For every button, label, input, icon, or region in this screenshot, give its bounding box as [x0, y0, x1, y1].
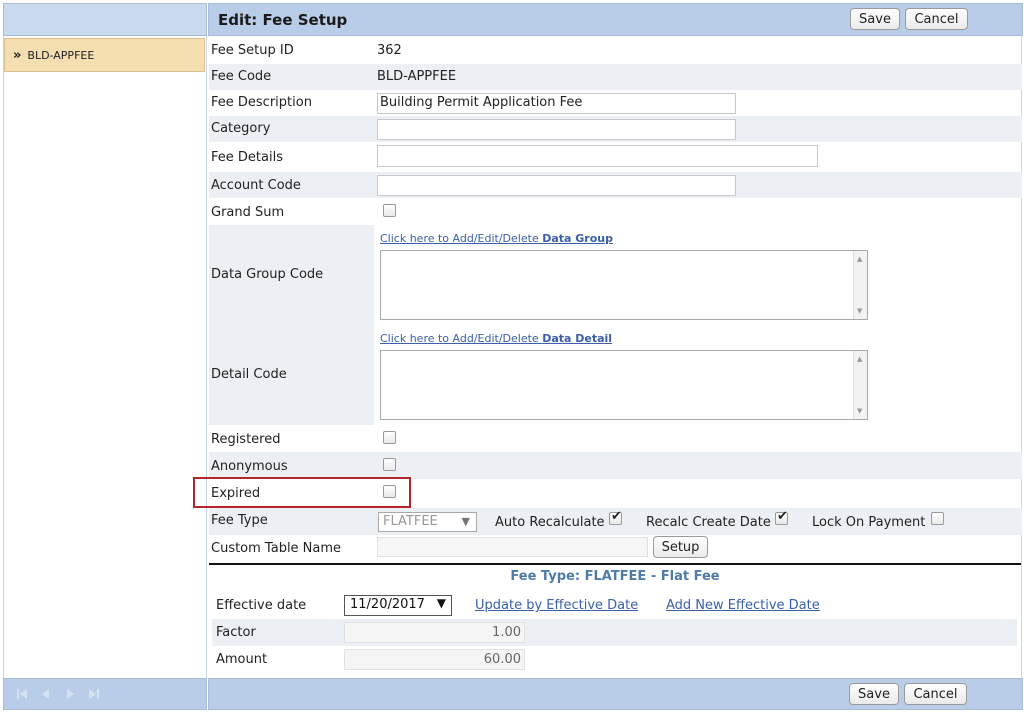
cancel-button[interactable]: Cancel	[905, 8, 968, 30]
setup-button[interactable]: Setup	[653, 536, 708, 558]
auto-recalculate-label: Auto Recalculate	[495, 515, 605, 530]
update-by-effective-date-link[interactable]: Update by Effective Date	[475, 598, 638, 613]
fee-details-textarea[interactable]	[377, 145, 818, 167]
recalc-create-date-checkbox[interactable]	[775, 509, 788, 525]
data-group-code-label: Data Group Code	[211, 267, 324, 282]
page-footer: Save Cancel	[208, 678, 1023, 710]
footer-cancel-button[interactable]: Cancel	[904, 683, 967, 705]
dropdown-arrow-icon: ▼	[436, 596, 446, 610]
record-navigation	[3, 678, 207, 710]
category-label: Category	[211, 121, 271, 136]
data-detail-link[interactable]: Click here to Add/Edit/Delete Data Detai…	[380, 332, 612, 345]
amount-input[interactable]: 60.00	[344, 649, 525, 670]
double-chevron-right-icon: »	[13, 47, 22, 63]
grand-sum-label: Grand Sum	[211, 205, 285, 220]
account-code-label: Account Code	[211, 178, 301, 193]
effective-date-select[interactable]: 11/20/2017 ▼	[344, 595, 452, 616]
expired-highlight-box	[193, 477, 411, 508]
anonymous-checkbox[interactable]	[383, 458, 396, 471]
footer-save-button[interactable]: Save	[849, 683, 899, 705]
recalc-create-date-label: Recalc Create Date	[646, 515, 771, 530]
detail-code-label: Detail Code	[211, 367, 287, 382]
page-header: Edit: Fee Setup Save Cancel	[208, 3, 1023, 36]
category-input[interactable]	[377, 119, 736, 140]
row-anonymous: Anonymous	[209, 452, 1022, 479]
registered-label: Registered	[211, 432, 281, 447]
detail-code-listbox[interactable]: ▲ ▼	[380, 350, 868, 420]
detail-code-label-cell: Detail Code	[209, 325, 374, 425]
anonymous-label: Anonymous	[211, 459, 288, 474]
fee-code-value: BLD-APPFEE	[377, 69, 457, 84]
row-fee-code: Fee Code BLD-APPFEE	[209, 64, 1022, 90]
custom-table-name-label: Custom Table Name	[211, 541, 342, 556]
row-amount: Amount	[212, 646, 1017, 673]
lock-on-payment-checkbox[interactable]	[931, 512, 944, 525]
factor-input[interactable]: 1.00	[344, 622, 525, 643]
row-factor: Factor	[212, 619, 1017, 646]
factor-label: Factor	[216, 625, 256, 640]
fee-type-select[interactable]: FLATFEE ▼	[378, 512, 477, 532]
fee-details-label: Fee Details	[211, 150, 283, 165]
data-group-label-cell: Data Group Code	[209, 225, 374, 325]
fee-description-input[interactable]: Building Permit Application Fee	[377, 93, 736, 114]
fee-code-label: Fee Code	[211, 69, 272, 84]
listbox-scrollbar[interactable]: ▲ ▼	[853, 351, 867, 419]
add-new-effective-date-link[interactable]: Add New Effective Date	[666, 598, 820, 613]
auto-recalculate-checkbox[interactable]	[609, 509, 622, 525]
sidebar-item-label: BLD-APPFEE	[27, 48, 95, 62]
grand-sum-checkbox[interactable]	[383, 204, 396, 217]
registered-checkbox[interactable]	[383, 431, 396, 444]
listbox-scrollbar[interactable]: ▲ ▼	[853, 251, 867, 319]
row-registered: Registered	[209, 425, 1022, 452]
fee-setup-id-value: 362	[377, 43, 402, 58]
sidebar-header	[3, 3, 207, 36]
save-button[interactable]: Save	[850, 8, 900, 30]
scroll-down-icon[interactable]: ▼	[857, 407, 862, 415]
account-code-input[interactable]	[377, 175, 736, 196]
sidebar-item-bld-appfee[interactable]: » BLD-APPFEE	[4, 38, 205, 72]
data-group-link[interactable]: Click here to Add/Edit/Delete Data Group	[380, 232, 613, 245]
dropdown-arrow-icon: ▼	[461, 515, 470, 528]
effective-date-label: Effective date	[216, 598, 307, 613]
last-record-icon[interactable]	[86, 686, 102, 702]
fee-description-label: Fee Description	[211, 95, 312, 110]
section-divider	[209, 563, 1021, 565]
data-group-listbox[interactable]: ▲ ▼	[380, 250, 868, 320]
previous-record-icon[interactable]	[38, 686, 54, 702]
row-fee-setup-id: Fee Setup ID 362	[209, 38, 1022, 64]
page-title: Edit: Fee Setup	[218, 11, 348, 29]
fee-type-label: Fee Type	[211, 513, 268, 528]
fee-type-section-title: Fee Type: FLATFEE - Flat Fee	[510, 569, 720, 584]
row-grand-sum: Grand Sum	[209, 198, 1022, 225]
custom-table-name-input[interactable]	[377, 537, 648, 557]
sidebar-list	[3, 36, 207, 678]
scroll-up-icon[interactable]: ▲	[857, 255, 862, 263]
scroll-up-icon[interactable]: ▲	[857, 355, 862, 363]
fee-setup-id-label: Fee Setup ID	[211, 43, 294, 58]
first-record-icon[interactable]	[14, 686, 30, 702]
amount-label: Amount	[216, 652, 268, 667]
next-record-icon[interactable]	[62, 686, 78, 702]
scroll-down-icon[interactable]: ▼	[857, 307, 862, 315]
lock-on-payment-label: Lock On Payment	[812, 515, 926, 530]
